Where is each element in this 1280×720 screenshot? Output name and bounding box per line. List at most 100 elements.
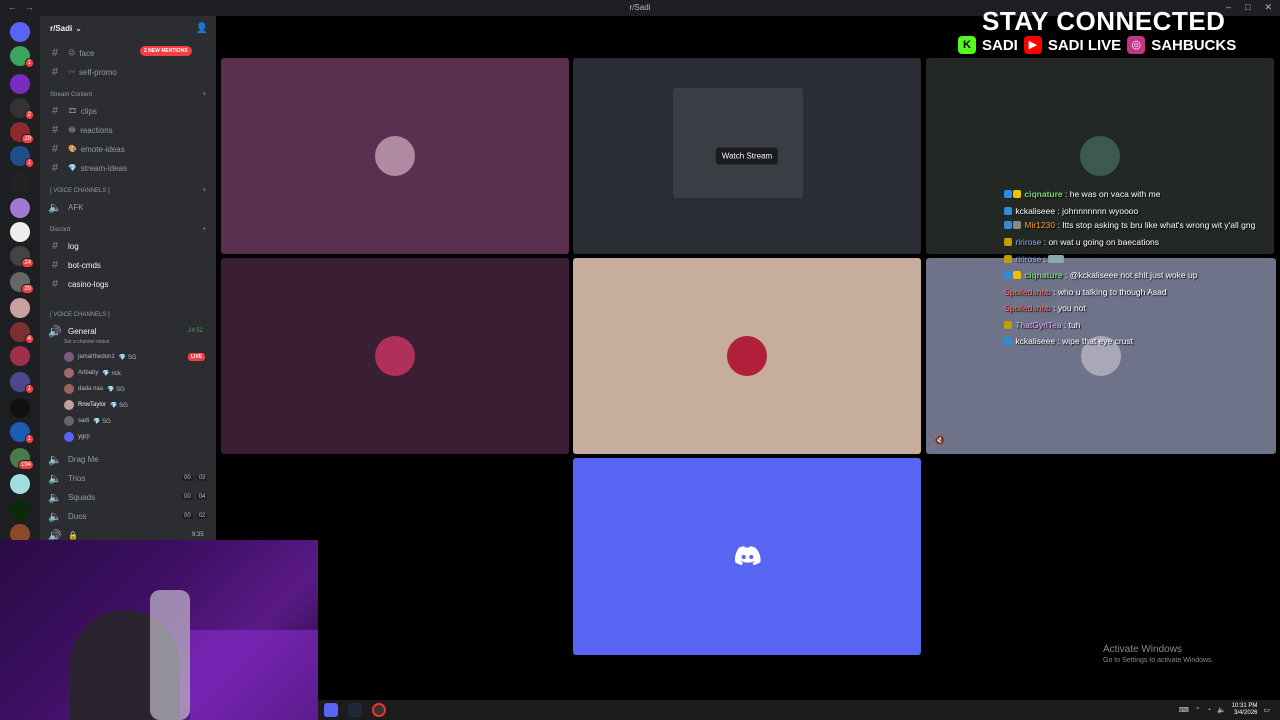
watermark-line1: Activate Windows: [1103, 644, 1182, 655]
server-icon[interactable]: [10, 524, 30, 540]
volume-icon[interactable]: 🔈: [1217, 706, 1226, 714]
server-icon[interactable]: 20: [10, 272, 34, 294]
kick-icon: K: [958, 36, 976, 54]
minimize-icon[interactable]: –: [1226, 2, 1231, 13]
discord-app-icon[interactable]: [324, 703, 338, 717]
watch-stream-button[interactable]: Watch Stream: [715, 147, 779, 165]
voice-channel-locked[interactable]: 🔊 🔒: [48, 527, 208, 541]
channel-reactions[interactable]: # 😂 reactions: [48, 122, 208, 138]
voice-user[interactable]: sadi 💎 SG: [64, 414, 111, 428]
server-header[interactable]: r/Sadi ⌄ 👤: [40, 16, 216, 40]
channel-emote-ideas[interactable]: # 🎨 emote-ideas: [48, 141, 208, 157]
count-current: 00: [182, 475, 193, 481]
voice-channel-general[interactable]: 🔊 General: [48, 323, 208, 339]
obs-app-icon[interactable]: [372, 703, 386, 717]
voice-user[interactable]: RnwTaylor 💎 SG: [64, 398, 128, 412]
voice-user[interactable]: Aribaby 💎 rick: [64, 366, 121, 380]
server-icon[interactable]: [10, 346, 30, 366]
home-icon[interactable]: [10, 22, 30, 42]
server-icon[interactable]: 24: [10, 246, 34, 268]
server-icon[interactable]: [10, 298, 30, 318]
plus-icon[interactable]: +: [202, 227, 206, 233]
muted-icon: 🔇: [934, 435, 946, 445]
voice-user[interactable]: dada naa 💎 SG: [64, 382, 125, 396]
participant-tile[interactable]: [221, 58, 569, 254]
keyboard-icon[interactable]: ⌨: [1179, 706, 1189, 714]
add-user-icon[interactable]: 👤: [196, 23, 208, 34]
server-icon[interactable]: [10, 474, 30, 494]
channel-status[interactable]: Set a channel status: [64, 339, 109, 345]
server-icon[interactable]: [10, 500, 30, 520]
chat-text: Itts stop asking ts bru like what's wron…: [1062, 220, 1256, 230]
steam-app-icon[interactable]: [348, 703, 362, 717]
chat-message: ririrose : on wat u going on baecations: [1004, 234, 1274, 251]
channel-label: bot-cmds: [68, 260, 101, 270]
hash-icon: #: [51, 143, 59, 155]
overlay-title: STAY CONNECTED: [982, 6, 1226, 36]
badge-icon: [1004, 320, 1012, 329]
chat-user: Mir1230: [1024, 220, 1056, 230]
server-icon[interactable]: 194: [10, 448, 34, 470]
server-icon[interactable]: 4: [10, 322, 34, 344]
channel-clips[interactable]: # 🎞 clips: [48, 103, 208, 119]
server-icon[interactable]: 29: [10, 122, 34, 144]
avatar: [375, 336, 415, 376]
hash-icon: #: [51, 105, 59, 117]
category-voice-channels-2[interactable]: [ VOICE CHANNELS ]: [50, 312, 206, 318]
channel-afk[interactable]: 🔈 AFK: [48, 199, 208, 215]
category-stream-content[interactable]: Stream Content +: [50, 92, 206, 98]
participant-tile[interactable]: [221, 258, 569, 454]
channel-emoji: 😐: [68, 50, 76, 57]
category-discord[interactable]: Discord +: [50, 227, 206, 233]
channel-emoji: 〰: [68, 69, 75, 76]
participant-tile[interactable]: [573, 258, 921, 454]
speaker-icon: 🔈: [48, 453, 62, 466]
server-icon[interactable]: [10, 398, 30, 418]
server-icon[interactable]: [10, 74, 30, 94]
voice-user-tag: 💎 SG: [118, 354, 137, 361]
discord-tile[interactable]: [573, 458, 921, 655]
network-icon[interactable]: ◔: [1207, 707, 1211, 714]
plus-icon[interactable]: +: [202, 92, 206, 98]
new-mentions-pill[interactable]: 2 NEW MENTIONS: [140, 46, 192, 56]
chat-text: who u talking to though Asad: [1057, 286, 1167, 297]
category-voice-channels[interactable]: [ VOICE CHANNELS ] +: [50, 188, 206, 194]
server-icon[interactable]: [10, 222, 30, 242]
badge-icon: [1013, 190, 1021, 198]
stream-tile[interactable]: Watch Stream: [573, 58, 921, 254]
close-icon[interactable]: ✕: [1264, 2, 1272, 13]
voice-channel-drag-me[interactable]: 🔈 Drag Me: [48, 451, 208, 467]
badge-icon: [1013, 271, 1021, 279]
server-icon[interactable]: 1: [10, 46, 34, 68]
voice-user[interactable]: ygrp: [64, 430, 90, 444]
channel-emoji: 💎: [68, 165, 77, 172]
server-icon[interactable]: 2: [10, 98, 34, 120]
channel-casino-logs[interactable]: # casino-logs: [48, 276, 208, 292]
channel-stream-ideas[interactable]: # 💎 stream-ideas: [48, 160, 208, 176]
channel-label: reactions: [80, 125, 113, 135]
server-icon[interactable]: 1: [10, 372, 34, 394]
server-icon[interactable]: [10, 172, 30, 192]
voice-timer: 9:35: [192, 532, 204, 538]
server-icon[interactable]: [10, 198, 30, 218]
plus-icon[interactable]: +: [202, 188, 206, 194]
voice-user-name: sadi: [78, 418, 90, 424]
channel-label: clips: [80, 106, 97, 116]
clock[interactable]: 10:31 PM 3/4/2026: [1232, 703, 1258, 717]
server-icon[interactable]: 1: [10, 146, 34, 168]
chat-user: kckaliseee: [1015, 336, 1056, 346]
channel-self-promo[interactable]: # 〰 self-promo: [48, 64, 208, 80]
channel-label: self-promo: [79, 67, 117, 77]
server-icon[interactable]: 1: [10, 422, 34, 444]
channel-log[interactable]: # log: [48, 238, 208, 254]
channel-label: AFK: [68, 202, 84, 212]
live-badge: LIVE: [188, 353, 206, 361]
badge-icon: [1004, 221, 1012, 229]
maximize-icon[interactable]: □: [1245, 2, 1250, 13]
notification-icon[interactable]: ▭: [1263, 706, 1270, 714]
badge-icon: [1004, 190, 1012, 198]
channel-bot-cmds[interactable]: # bot-cmds: [48, 257, 208, 273]
chevron-up-icon[interactable]: ⌃: [1195, 706, 1201, 714]
speaker-icon: 🔈: [48, 472, 62, 485]
voice-user[interactable]: jamarthedon1 💎 SG: [64, 350, 137, 364]
